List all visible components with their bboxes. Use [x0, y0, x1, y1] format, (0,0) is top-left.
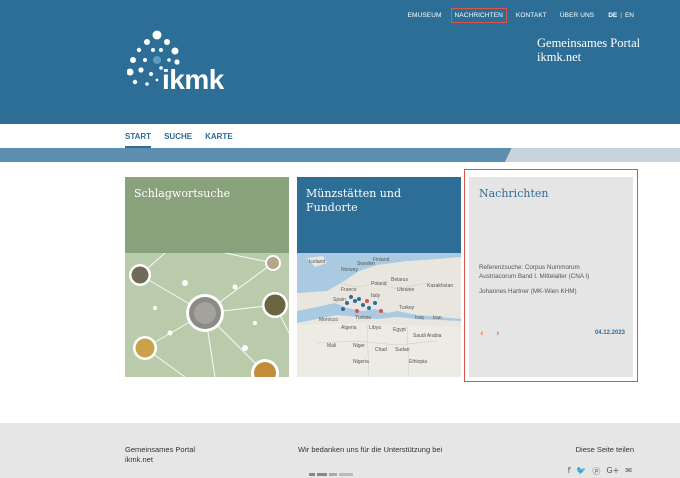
map-label-saudi-arabia: Saudi Arabia [413, 333, 442, 339]
social-share-icons: f 🐦 ⓟ G+ ✉ [562, 466, 632, 477]
lang-separator: | [620, 12, 622, 19]
map-label-iraq: Iraq [415, 315, 424, 321]
lang-en-link[interactable]: EN [625, 12, 634, 19]
tab-karte[interactable]: KARTE [205, 124, 233, 148]
coin-network-image [125, 253, 289, 377]
pinterest-icon[interactable]: ⓟ [592, 466, 600, 477]
card-schlagwortsuche[interactable]: Schlagwortsuche [125, 177, 289, 377]
twitter-icon[interactable]: 🐦 [576, 466, 586, 477]
language-switcher: DE | EN [608, 12, 634, 19]
map-label-norway: Norway [341, 267, 358, 273]
map-label-iceland: Iceland [309, 259, 325, 265]
map-label-turkey: Turkey [399, 305, 415, 311]
nav-ueber-uns-link[interactable]: ÜBER UNS [560, 12, 594, 19]
map-label-poland: Poland [371, 281, 387, 287]
footer-portal-line1: Gemeinsames Portal [125, 445, 196, 454]
map-label-libya: Libya [369, 325, 381, 331]
map-label-kazakhstan: Kazakhstan [427, 283, 453, 289]
card-muenzstaetten-fundorte[interactable]: Münzstätten und Fundorte Iceland Sweden … [297, 177, 461, 377]
map-label-nigeria: Nigeria [353, 359, 369, 365]
footer-portal: Gemeinsames Portal ikmk.net [125, 445, 195, 465]
google-plus-icon[interactable]: G+ [606, 466, 619, 477]
footer-share-label: Diese Seite teilen [575, 445, 634, 454]
map-label-iran: Iran [433, 315, 442, 321]
card-schlagwortsuche-title: Schlagwortsuche [134, 187, 231, 200]
sponsor-logo-icon [309, 470, 379, 478]
hero-map-strip [504, 148, 680, 162]
map-label-finland: Finland [373, 257, 390, 263]
card-muenzstaetten-title: Münzstätten und Fundorte [306, 187, 401, 215]
map-label-chad: Chad [375, 347, 387, 353]
portal-title-line1: Gemeinsames Portal [537, 36, 641, 50]
card-muenzstaetten-title-line2: Fundorte [306, 201, 358, 214]
map-label-spain: Spain [333, 297, 346, 303]
map-label-algeria: Algeria [341, 325, 357, 331]
map-label-sudan: Sudan [395, 347, 410, 353]
logo-text[interactable]: ikmk [162, 64, 224, 96]
map-label-ethiopia: Ethiopia [409, 359, 427, 365]
site-footer: Gemeinsames Portal ikmk.net Wir bedanken… [0, 423, 680, 478]
map-label-belarus: Belarus [391, 277, 408, 283]
findspot-map-image: Iceland Sweden Norway Finland Belarus Po… [297, 253, 461, 377]
nav-kontakt-link[interactable]: KONTAKT [516, 12, 547, 19]
map-label-italy: Italy [371, 293, 381, 299]
facebook-icon[interactable]: f [568, 466, 571, 477]
map-label-egypt: Egypt [393, 327, 406, 333]
map-label-morocco: Morocco [319, 317, 338, 323]
map-label-france: France [341, 287, 357, 293]
lang-de-link[interactable]: DE [608, 12, 617, 19]
footer-portal-line2: ikmk.net [125, 455, 153, 464]
nachrichten-highlight-frame [464, 169, 638, 382]
nav-emuseum-link[interactable]: EMUSEUM [408, 12, 442, 19]
map-label-mali: Mali [327, 343, 336, 349]
map-label-niger: Niger [353, 343, 365, 349]
card-muenzstaetten-title-line1: Münzstätten und [306, 187, 401, 200]
tab-start[interactable]: START [125, 124, 152, 148]
portal-title: Gemeinsames Portal ikmk.net [537, 36, 640, 64]
tab-suche[interactable]: SUCHE [164, 124, 192, 148]
nav-nachrichten-link[interactable]: NACHRICHTEN [450, 8, 507, 23]
portal-title-line2: ikmk.net [537, 50, 582, 64]
main-navigation: START SUCHE KARTE [0, 124, 680, 148]
map-label-tunisia: Tunisia [355, 315, 371, 321]
email-icon[interactable]: ✉ [625, 466, 632, 477]
top-navigation: EMUSEUM NACHRICHTEN KONTAKT ÜBER UNS DE … [395, 8, 634, 23]
site-header: EMUSEUM NACHRICHTEN KONTAKT ÜBER UNS DE … [0, 0, 680, 124]
map-label-ukraine: Ukraine [397, 287, 414, 293]
footer-thanks-text: Wir bedanken uns für die Unterstützung b… [298, 445, 443, 454]
